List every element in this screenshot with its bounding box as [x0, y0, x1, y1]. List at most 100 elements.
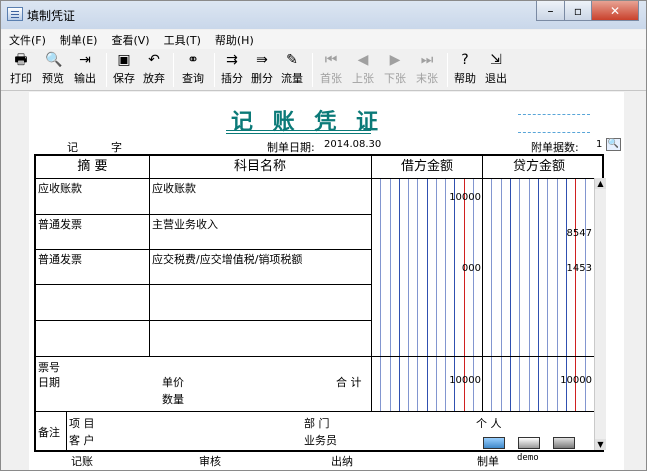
menu-view[interactable]: 查看(V) — [111, 30, 149, 49]
row3-debit[interactable]: 000 — [381, 263, 481, 274]
bookkeeping-label: 记账 — [71, 455, 93, 468]
maker-label: 制单 — [477, 455, 499, 468]
toolbar-separator — [312, 53, 313, 87]
title-bar[interactable]: 填制凭证 – ▫ ✕ — [1, 1, 646, 29]
voucher-no-label: 字 — [111, 141, 122, 154]
project-label[interactable]: 项 目 — [69, 415, 95, 431]
ticket-no-label: 票号 — [38, 361, 60, 374]
column-divider — [149, 156, 150, 356]
right-margin — [624, 92, 646, 470]
preview-button[interactable]: 🔍 预览 — [38, 51, 68, 89]
discard-button[interactable]: ↶ 放弃 — [140, 51, 168, 89]
voucher-window: 填制凭证 – ▫ ✕ 文件(F) 制单(E) 查看(V) 工具(T) 帮助(H)… — [0, 0, 647, 471]
row3-summary[interactable]: 普通发票 — [38, 251, 82, 267]
quantity-label: 数量 — [162, 393, 184, 406]
save-button[interactable]: ▣ 保存 — [110, 51, 138, 89]
photo-icon[interactable] — [518, 437, 540, 449]
delete-row-icon: ⇛ — [256, 52, 268, 68]
row2-summary[interactable]: 普通发票 — [38, 216, 82, 232]
voucher-date[interactable]: 2014.08.30 — [324, 139, 381, 150]
exit-door-icon: ⇲ — [490, 52, 502, 68]
column-divider — [482, 156, 483, 411]
attach-lookup-icon[interactable]: 🔍 — [606, 138, 621, 151]
scroll-up-icon[interactable]: ▲ — [595, 178, 606, 189]
voucher-type[interactable]: 记 — [67, 139, 78, 155]
customer-label[interactable]: 客 户 — [69, 432, 95, 448]
column-divider — [66, 411, 67, 452]
next-voucher-button[interactable]: ▶ 下张 — [381, 51, 409, 89]
attachment-icon[interactable] — [553, 437, 575, 449]
row-divider — [36, 320, 371, 321]
menu-bar: 文件(F) 制单(E) 查看(V) 工具(T) 帮助(H) — [1, 30, 646, 49]
row-divider — [36, 411, 594, 412]
row-divider — [36, 249, 371, 250]
delete-row-button[interactable]: ⇛ 删分 — [248, 51, 276, 89]
printer-icon: 🖶 — [14, 52, 28, 68]
salesman-label[interactable]: 业务员 — [304, 432, 337, 448]
row-divider — [36, 178, 594, 179]
menu-make[interactable]: 制单(E) — [60, 30, 98, 49]
minimize-button[interactable]: – — [536, 1, 565, 21]
toolbar-separator — [447, 53, 448, 87]
column-divider — [371, 156, 372, 411]
menu-tools[interactable]: 工具(T) — [164, 30, 201, 49]
scroll-down-icon[interactable]: ▼ — [595, 439, 606, 450]
prev-voucher-button[interactable]: ◀ 上张 — [349, 51, 377, 89]
person-label[interactable]: 个 人 — [476, 415, 502, 431]
review-label: 审核 — [199, 455, 221, 468]
maker-name: demo — [517, 453, 539, 463]
print-button[interactable]: 🖶 打印 — [6, 51, 36, 89]
maximize-button[interactable]: ▫ — [564, 1, 592, 21]
row1-summary[interactable]: 应收账款 — [38, 180, 82, 196]
toolbar-separator — [173, 53, 174, 87]
binoculars-icon: ⚭ — [187, 52, 199, 68]
card-icon[interactable] — [483, 437, 505, 449]
query-button[interactable]: ⚭ 查询 — [178, 51, 208, 89]
toolbar: 🖶 打印 🔍 预览 ⇥ 输出 ▣ 保存 ↶ 放弃 ⚭ 查询 ⇉ 插分 ⇛ 删分 ✎ 流量 ⏮ 首张 … — [1, 49, 646, 91]
voucher-grid: 摘 要 科目名称 借方金额 贷方金额 应收账款 应收账款 10000 普通发票 … — [34, 154, 606, 452]
first-voucher-button[interactable]: ⏮ 首张 — [317, 51, 345, 89]
app-icon — [7, 7, 23, 21]
left-margin — [1, 92, 29, 470]
floppy-icon: ▣ — [117, 52, 131, 68]
last-icon: ⏭ — [420, 52, 434, 68]
voucher-canvas: 记 账 凭 证 记 字 制单日期: 2014.08.30 附单据数: 1 🔍 摘… — [1, 92, 646, 470]
insert-row-button[interactable]: ⇉ 插分 — [218, 51, 246, 89]
amount-grid-lines — [380, 178, 586, 411]
export-icon: ⇥ — [79, 52, 91, 68]
voucher-title: 记 账 凭 证 — [231, 109, 384, 135]
row1-account[interactable]: 应收账款 — [152, 180, 196, 196]
export-button[interactable]: ⇥ 输出 — [70, 51, 100, 89]
help-icon: ? — [461, 52, 469, 68]
exit-button[interactable]: ⇲ 退出 — [482, 51, 510, 89]
grid-scrollbar[interactable]: ▲ ▼ — [594, 178, 606, 450]
help-button[interactable]: ? 帮助 — [451, 51, 479, 89]
cashier-label: 出纳 — [331, 455, 353, 468]
next-icon: ▶ — [389, 52, 401, 68]
row1-debit[interactable]: 10000 — [381, 192, 481, 203]
department-label[interactable]: 部 门 — [304, 415, 330, 431]
row2-credit[interactable]: 8547 — [492, 228, 592, 239]
row3-credit[interactable]: 1453 — [492, 263, 592, 274]
row-divider — [36, 284, 371, 285]
row-divider — [36, 356, 594, 357]
menu-help[interactable]: 帮助(H) — [215, 30, 254, 49]
row3-account[interactable]: 应交税费/应交增值税/销项税额 — [152, 251, 302, 267]
window-title: 填制凭证 — [27, 9, 76, 23]
notes-label: 备注 — [38, 426, 60, 439]
last-voucher-button[interactable]: ⏭ 末张 — [413, 51, 441, 89]
prev-icon: ◀ — [357, 52, 369, 68]
close-button[interactable]: ✕ — [591, 1, 639, 21]
unit-price-label: 单价 — [162, 376, 184, 389]
undo-icon: ↶ — [148, 52, 160, 68]
total-label: 合 计 — [336, 376, 362, 389]
date-label: 制单日期: — [267, 141, 315, 154]
total-credit: 10000 — [560, 375, 592, 386]
row2-account[interactable]: 主营业务收入 — [152, 216, 218, 232]
flow-button[interactable]: ✎ 流量 — [278, 51, 306, 89]
flow-icon: ✎ — [286, 52, 298, 68]
menu-file[interactable]: 文件(F) — [9, 30, 46, 49]
attach-count[interactable]: 1 — [596, 139, 602, 150]
attach-label: 附单据数: — [531, 141, 579, 154]
total-debit: 10000 — [449, 375, 481, 386]
